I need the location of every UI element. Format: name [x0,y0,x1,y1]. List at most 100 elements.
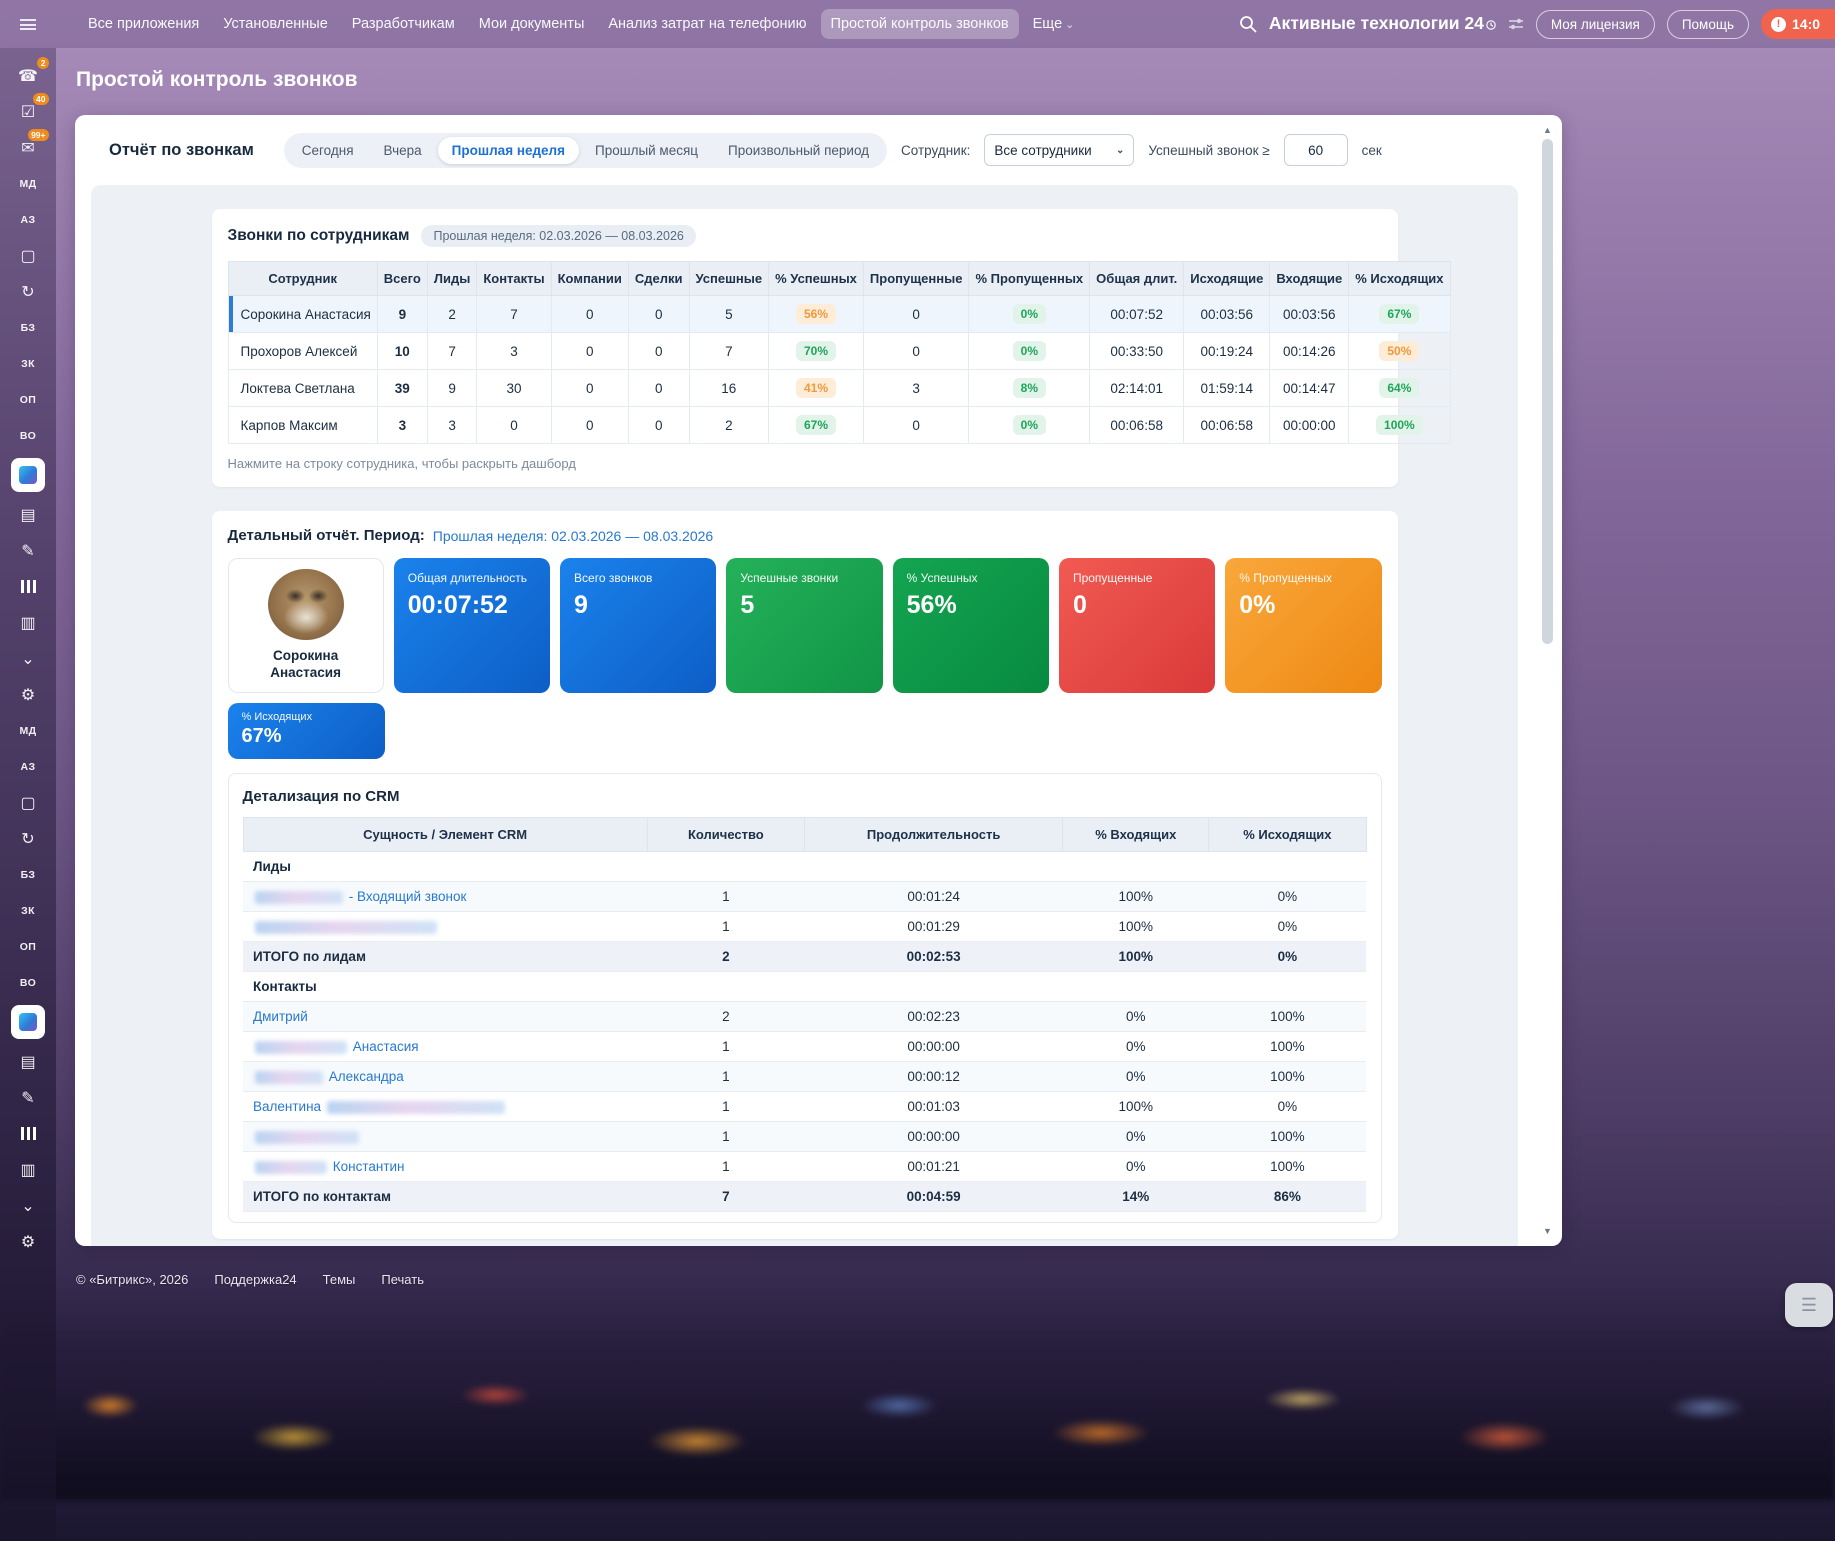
value-cell: 0 [477,407,551,444]
crm-row[interactable]: Дмитрий200:02:230%100% [243,1002,1366,1032]
scroll-down-icon[interactable]: ▼ [1543,1224,1552,1238]
employees-table: СотрудникВсегоЛидыКонтактыКомпанииСделки… [228,261,1451,444]
sidebar-item-bar-chart-icon[interactable] [11,573,45,600]
crm-entity-link[interactable]: Константин [253,1159,405,1174]
sidebar-item-active-app-icon[interactable] [11,458,45,492]
crm-entity-link[interactable] [253,1129,361,1144]
tab-Вчера[interactable]: Вчера [370,137,436,164]
employee-row[interactable]: Сорокина Анастасия92700556%00%00:07:5200… [228,296,1450,333]
sidebar-item-refresh-icon[interactable]: ↻ [11,825,45,852]
crm-row[interactable]: - Входящий звонок100:01:24100%0% [243,882,1366,912]
crm-entity-link[interactable]: Валентина [253,1099,507,1114]
nav-item-Простой контроль звонков[interactable]: Простой контроль звонков [821,9,1019,39]
percent-badge: 56% [796,304,836,324]
crm-value-cell: 1 [647,1062,804,1092]
sidebar-item-active-app-icon[interactable] [11,1005,45,1039]
sidebar-item-monitor-icon[interactable]: ▢ [11,242,45,269]
sidebar-item-kanban-icon[interactable]: ▥ [11,609,45,636]
license-timer-badge[interactable]: ! 14:0 [1761,9,1835,39]
crm-group-name: Контакты [243,972,1366,1002]
stat-card-Пропущенные: Пропущенные0 [1059,558,1215,693]
crm-row[interactable]: Анастасия100:00:000%100% [243,1032,1366,1062]
filter-sliders-icon[interactable] [1508,17,1524,31]
column-header: Контакты [477,262,551,296]
nav-item-Установленные[interactable]: Установленные [213,9,338,39]
sidebar-item-app-md[interactable]: МД [11,717,45,744]
crm-entity-link[interactable]: Анастасия [253,1039,419,1054]
sidebar-item-app-op[interactable]: ОП [11,933,45,960]
search-icon[interactable] [1239,15,1257,33]
value-cell: 9 [427,370,476,407]
sidebar-item-document-icon[interactable]: ▤ [11,501,45,528]
footer-link-Поддержка24[interactable]: Поддержка24 [214,1272,296,1287]
sidebar-item-gear-icon[interactable]: ⚙ [11,1228,45,1255]
tasks-icon-glyph: ☑ [21,102,35,122]
sidebar-item-refresh-icon[interactable]: ↻ [11,278,45,305]
nav-item-Анализ затрат на телефонию[interactable]: Анализ затрат на телефонию [598,9,816,39]
success-seconds-input[interactable] [1284,134,1348,166]
sidebar-item-monitor-icon[interactable]: ▢ [11,789,45,816]
widget-menu-button[interactable]: ☰ [1785,1283,1833,1327]
employee-row[interactable]: Прохоров Алексей107300770%00%00:33:5000:… [228,333,1450,370]
footer-link-Темы[interactable]: Темы [323,1272,356,1287]
portal-name[interactable]: Активные технологии 24 [1269,13,1496,35]
crm-row[interactable]: 100:01:29100%0% [243,912,1366,942]
sidebar-item-document-icon[interactable]: ▤ [11,1048,45,1075]
hamburger-menu-icon[interactable] [0,19,56,30]
crm-entity-link[interactable]: Дмитрий [253,1009,308,1024]
sidebar-item-pencil-icon[interactable]: ✎ [11,1084,45,1111]
crm-entity-link[interactable] [253,919,439,934]
crm-row[interactable]: Александра100:00:120%100% [243,1062,1366,1092]
sidebar-item-kanban-icon[interactable]: ▥ [11,1156,45,1183]
crm-row[interactable]: Константин100:01:210%100% [243,1152,1366,1182]
sidebar-item-phone-icon[interactable]: ☎2 [11,62,45,89]
sidebar-item-app-bz[interactable]: БЗ [11,861,45,888]
stat-card-% Успешных: % Успешных56% [893,558,1049,693]
crm-entity-link[interactable]: Александра [253,1069,404,1084]
sidebar-item-app-az[interactable]: АЗ [11,206,45,233]
sidebar-item-pencil-icon[interactable]: ✎ [11,537,45,564]
value-cell: 7 [477,296,551,333]
my-license-button[interactable]: Моя лицензия [1536,10,1655,39]
sidebar-item-tasks-icon[interactable]: ☑40 [11,98,45,125]
employee-row[interactable]: Локтева Светлана39930001641%38%02:14:010… [228,370,1450,407]
tab-Произвольный период[interactable]: Произвольный период [714,137,883,164]
help-button[interactable]: Помощь [1667,10,1749,39]
detail-period-link[interactable]: Прошлая неделя: 02.03.2026 — 08.03.2026 [433,528,713,544]
sidebar-item-app-op[interactable]: ОП [11,386,45,413]
sidebar-item-messages-icon[interactable]: ✉99+ [11,134,45,161]
crm-row[interactable]: 100:00:000%100% [243,1122,1366,1152]
sidebar-item-app-zk[interactable]: ЗК [11,897,45,924]
sidebar-item-app-zk[interactable]: ЗК [11,350,45,377]
nav-item-Еще[interactable]: Еще⌄ [1023,9,1085,39]
sidebar-item-gear-icon[interactable]: ⚙ [11,681,45,708]
tab-Прошлый месяц[interactable]: Прошлый месяц [581,137,712,164]
footer-link-Печать[interactable]: Печать [381,1272,424,1287]
tab-Сегодня[interactable]: Сегодня [288,137,368,164]
nav-item-Мои документы[interactable]: Мои документы [469,9,595,39]
employee-select[interactable]: Все сотрудники ⌄ [984,134,1134,166]
tab-Прошлая неделя[interactable]: Прошлая неделя [438,137,579,164]
notification-badge: 2 [37,57,49,69]
scrollbar-thumb[interactable] [1542,139,1553,644]
nav-item-Все приложения[interactable]: Все приложения [78,9,209,39]
sidebar-item-app-vo[interactable]: ВО [11,422,45,449]
crm-row[interactable]: Валентина 100:01:03100%0% [243,1092,1366,1122]
sidebar-item-chevron-down-icon[interactable]: ⌄ [11,1192,45,1219]
sidebar-item-app-vo[interactable]: ВО [11,969,45,996]
sidebar-item-app-bz[interactable]: БЗ [11,314,45,341]
column-header: Всего [377,262,427,296]
employee-row[interactable]: Карпов Максим33000267%00%00:06:5800:06:5… [228,407,1450,444]
crm-total-row: ИТОГО по лидам200:02:53100%0% [243,942,1366,972]
sidebar-item-app-az[interactable]: АЗ [11,753,45,780]
crm-value-cell: 00:00:00 [804,1122,1062,1152]
chevron-down-icon-glyph: ⌄ [21,649,34,669]
sidebar-item-app-md[interactable]: МД [11,170,45,197]
scrollbar-track[interactable] [1542,137,1553,1224]
scroll-up-icon[interactable]: ▲ [1543,123,1552,137]
crm-entity-link[interactable]: - Входящий звонок [253,889,466,904]
sidebar-item-chevron-down-icon[interactable]: ⌄ [11,645,45,672]
vertical-scrollbar[interactable]: ▲ ▼ [1540,123,1555,1238]
sidebar-item-bar-chart-icon[interactable] [11,1120,45,1147]
nav-item-Разработчикам[interactable]: Разработчикам [342,9,465,39]
